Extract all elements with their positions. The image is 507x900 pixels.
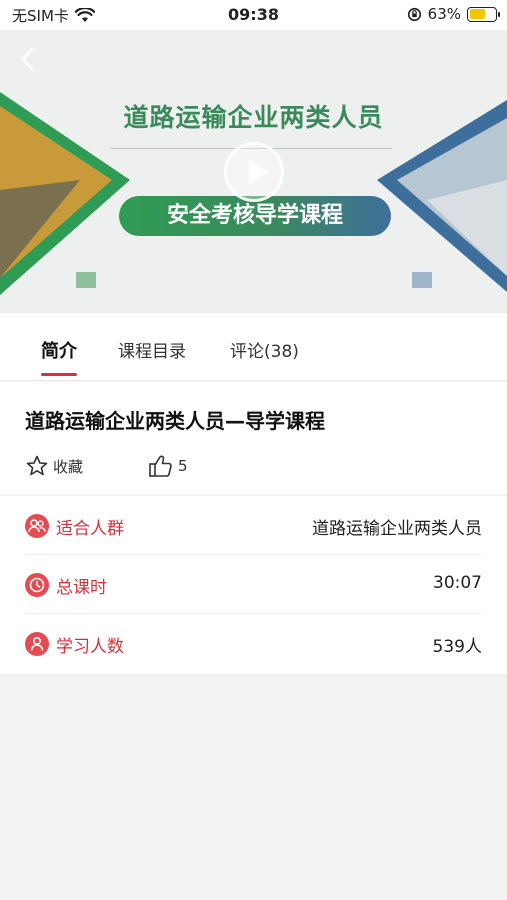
info-value-duration: 30:07 (433, 573, 482, 593)
decor-square-green (76, 272, 96, 288)
banner-subtitle: 安全考核导学课程 (119, 196, 391, 236)
like-button[interactable]: 5 (148, 454, 188, 478)
user-icon (25, 632, 49, 656)
chevron-left-icon (21, 47, 34, 71)
decor-square-blue (412, 272, 432, 288)
info-row-duration: 总课时 30:07 (25, 555, 482, 614)
status-bar: 无SIM卡 09:38 63% (0, 0, 507, 30)
status-right: 63% (407, 5, 500, 23)
orientation-lock-icon (407, 7, 421, 21)
tab-catalog[interactable]: 课程目录 (118, 337, 186, 362)
banner-title: 道路运输企业两类人员 (123, 103, 384, 132)
active-tab-indicator (41, 373, 77, 376)
info-label-duration: 总课时 (56, 578, 107, 598)
like-count: 5 (178, 457, 188, 475)
info-value-audience: 道路运输企业两类人员 (312, 519, 482, 539)
course-banner-video[interactable]: 道路运输企业两类人员 安全考核导学课程 (0, 30, 507, 313)
thumbs-up-icon (149, 455, 172, 477)
course-info: 适合人群 道路运输企业两类人员 总课时 30:07 学习人数 539人 (0, 496, 507, 674)
back-button[interactable] (14, 44, 44, 74)
play-button[interactable] (224, 142, 284, 202)
info-label-audience: 适合人群 (56, 519, 124, 539)
people-icon (25, 514, 49, 538)
info-label-learners: 学习人数 (56, 637, 124, 657)
favorite-button[interactable]: 收藏 (25, 454, 83, 478)
info-row-audience: 适合人群 道路运输企业两类人员 (25, 496, 482, 555)
course-title: 道路运输企业两类人员—导学课程 (25, 409, 325, 433)
tab-intro[interactable]: 简介 (41, 337, 77, 363)
star-icon (26, 455, 48, 476)
favorite-label: 收藏 (53, 457, 84, 476)
tab-comments[interactable]: 评论(38) (230, 337, 299, 362)
tab-bar: 简介 课程目录 评论(38) (0, 313, 507, 381)
clock-icon (25, 573, 49, 597)
battery-icon (467, 6, 500, 22)
banner-right-graphic (377, 100, 507, 292)
course-header: 道路运输企业两类人员—导学课程 收藏 5 (0, 382, 507, 494)
info-row-learners: 学习人数 539人 (25, 614, 482, 673)
battery-percent: 63% (427, 5, 461, 23)
info-value-learners: 539人 (432, 637, 482, 657)
